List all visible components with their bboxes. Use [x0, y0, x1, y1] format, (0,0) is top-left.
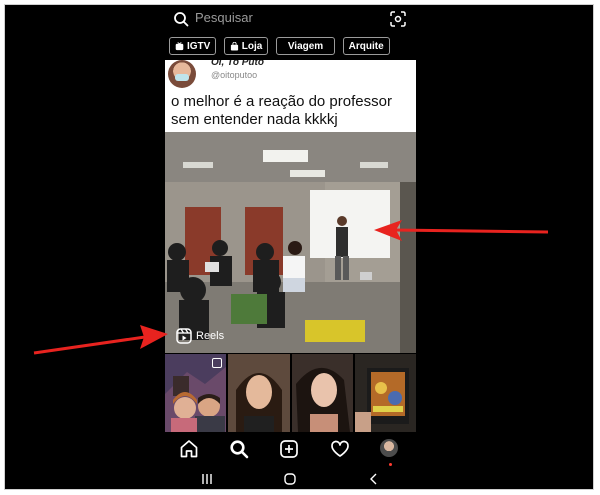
nav-home[interactable] — [179, 439, 201, 461]
search-input[interactable]: Pesquisar — [195, 10, 253, 25]
search-icon — [230, 440, 249, 459]
thumbnail-image — [291, 354, 353, 432]
nav-new-post[interactable] — [279, 439, 301, 461]
phone-screen: Pesquisar IGTV Loja Viagem Arquite Oi, T… — [165, 5, 416, 489]
bottom-navigation — [165, 433, 416, 467]
nav-activity[interactable] — [330, 439, 352, 461]
chip-label: IGTV — [187, 40, 211, 52]
annotation-arrow-right — [374, 220, 549, 241]
chip-viagem[interactable]: Viagem — [275, 37, 336, 55]
grid-item[interactable] — [228, 354, 290, 432]
home-icon — [180, 440, 198, 458]
search-bar[interactable]: Pesquisar — [165, 5, 416, 33]
scan-icon[interactable] — [390, 11, 406, 27]
reels-icon — [176, 328, 192, 344]
chip-label: Viagem — [287, 40, 324, 52]
recent-apps-icon[interactable] — [200, 472, 214, 486]
grid-item[interactable] — [291, 354, 353, 432]
add-post-icon — [280, 440, 299, 458]
post-caption: o melhor é a reação do professor sem ent… — [171, 93, 392, 128]
back-icon[interactable] — [367, 472, 381, 486]
tv-icon — [175, 41, 184, 50]
profile-avatar — [379, 439, 398, 457]
post-card[interactable]: Oi, To Puto @oitoputoo o melhor é a reaç… — [165, 60, 416, 353]
grid-item[interactable] — [165, 354, 227, 432]
multi-photo-icon — [212, 358, 223, 368]
post-handle: @oitoputoo — [211, 70, 258, 80]
grid-item[interactable] — [354, 354, 416, 432]
chip-label: Loja — [241, 40, 263, 52]
reels-badge: Reels — [176, 328, 224, 344]
reels-label: Reels — [196, 330, 225, 342]
category-chips: IGTV Loja Viagem Arquite — [169, 37, 416, 57]
chip-arquitetura[interactable]: Arquite — [342, 37, 390, 55]
system-navigation — [165, 467, 416, 489]
nav-profile[interactable] — [379, 439, 402, 466]
shopping-bag-icon — [230, 41, 238, 51]
chip-loja[interactable]: Loja — [223, 37, 269, 55]
chip-igtv[interactable]: IGTV — [169, 37, 217, 55]
screenshot-frame: Pesquisar IGTV Loja Viagem Arquite Oi, T… — [4, 4, 594, 490]
nav-search[interactable] — [229, 439, 251, 461]
post-author: Oi, To Puto — [211, 60, 264, 68]
search-icon — [174, 12, 189, 27]
thumbnail-image — [228, 354, 290, 432]
explore-grid — [165, 354, 416, 432]
avatar — [168, 60, 196, 88]
notification-dot — [388, 463, 392, 466]
home-circle-icon[interactable] — [283, 472, 297, 486]
thumbnail-image — [354, 354, 416, 432]
annotation-arrow-left — [33, 325, 168, 355]
heart-icon — [330, 440, 349, 457]
chip-label: Arquite — [348, 40, 384, 52]
